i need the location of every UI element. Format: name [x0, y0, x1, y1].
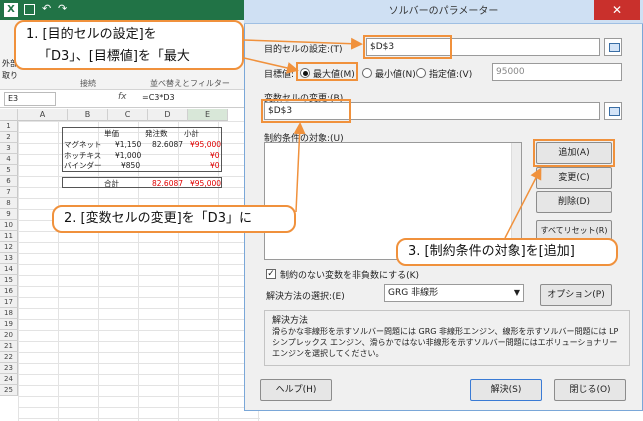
callout-step-2: 2. [変数セルの変更]を「D3」に [52, 205, 296, 233]
callout-step-3: 3. [制約条件の対象]を[追加] [396, 238, 618, 266]
callout-1-line-1: 1. [目的セルの設定]を [26, 27, 157, 42]
arrow-to-changing [293, 122, 306, 213]
callout-step-1: 1. [目的セルの設定]を 「D3」、[目標値]を「最大 [14, 20, 244, 70]
arrow-to-max [243, 57, 299, 74]
callout-1-line-2: 「D3」、[目標値]を「最大 [38, 49, 190, 64]
arrow-to-objective [243, 37, 363, 50]
arrow-to-add [504, 167, 542, 239]
